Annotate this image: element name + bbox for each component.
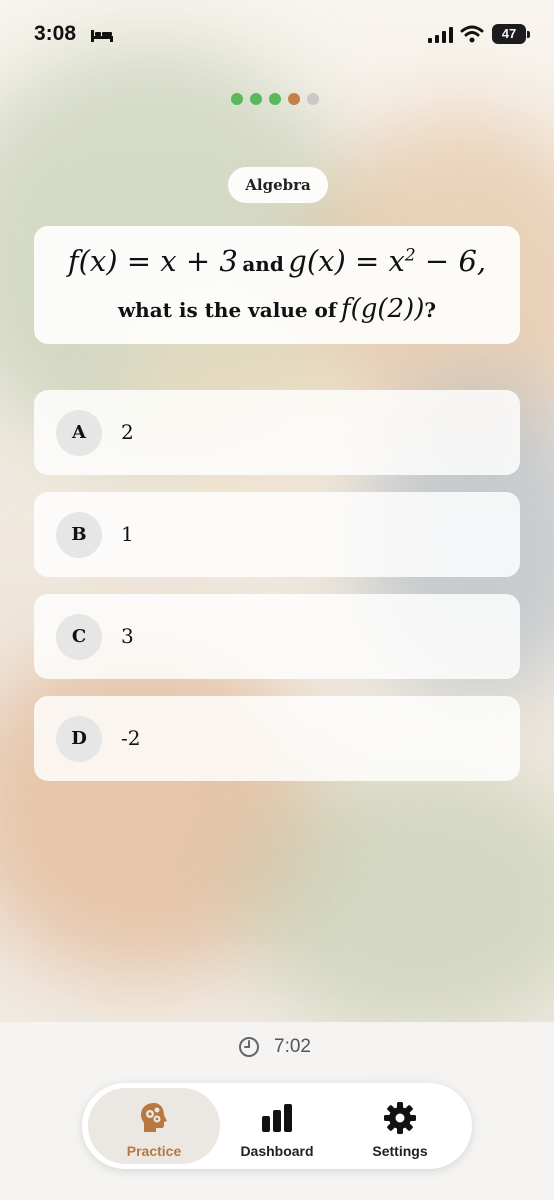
tab-practice[interactable]: Practice [88, 1088, 220, 1164]
status-time: 3:08 [34, 22, 77, 45]
question-progress-dots [231, 93, 319, 105]
option-value: 1 [121, 522, 134, 546]
topic-badge: Algebra [228, 167, 328, 203]
question-and: and [242, 252, 284, 276]
progress-dot [250, 93, 262, 105]
question-line-2: what is the value of f(g(2))? [34, 294, 520, 324]
g-expression: g(x) = x2 − 6, [288, 244, 487, 278]
cellular-signal-icon [428, 27, 453, 43]
tab-label: Practice [126, 1143, 182, 1159]
option-letter: C [56, 614, 102, 660]
tab-label: Dashboard [240, 1143, 314, 1159]
timer-value: 7:02 [274, 1036, 311, 1057]
wifi-icon [460, 25, 484, 43]
question-prompt: what is the value of [117, 298, 337, 322]
progress-dot [288, 93, 300, 105]
progress-dot [307, 93, 319, 105]
option-letter: D [56, 716, 102, 762]
progress-dot [231, 93, 243, 105]
tab-dashboard[interactable]: Dashboard [211, 1088, 343, 1164]
tab-settings[interactable]: Settings [334, 1088, 466, 1164]
question-card: f(x) = x + 3 and g(x) = x2 − 6, what is … [34, 226, 520, 344]
option-b[interactable]: B 1 [34, 492, 520, 577]
option-value: -2 [121, 726, 141, 750]
option-value: 3 [121, 624, 134, 648]
option-a[interactable]: A 2 [34, 390, 520, 475]
target-expression: f(g(2)) [340, 294, 425, 324]
clock-icon [239, 1037, 259, 1057]
question-line-1: f(x) = x + 3 and g(x) = x2 − 6, [34, 244, 520, 278]
battery-cap [527, 31, 530, 38]
option-letter: A [56, 410, 102, 456]
bar-chart-icon [262, 1104, 292, 1132]
sleep-bed-icon [91, 30, 113, 42]
head-gears-icon [141, 1103, 167, 1132]
tab-bar: Practice Dashboard Settings [82, 1083, 472, 1169]
question-mark: ? [424, 298, 437, 322]
battery-indicator: 47 [492, 24, 526, 44]
gear-icon [384, 1102, 416, 1134]
f-expression: f(x) = x + 3 [67, 244, 238, 278]
option-d[interactable]: D -2 [34, 696, 520, 781]
tab-label: Settings [372, 1143, 428, 1159]
option-c[interactable]: C 3 [34, 594, 520, 679]
progress-dot [269, 93, 281, 105]
status-bar: 3:08 47 [0, 0, 554, 70]
option-value: 2 [121, 420, 134, 444]
option-letter: B [56, 512, 102, 558]
